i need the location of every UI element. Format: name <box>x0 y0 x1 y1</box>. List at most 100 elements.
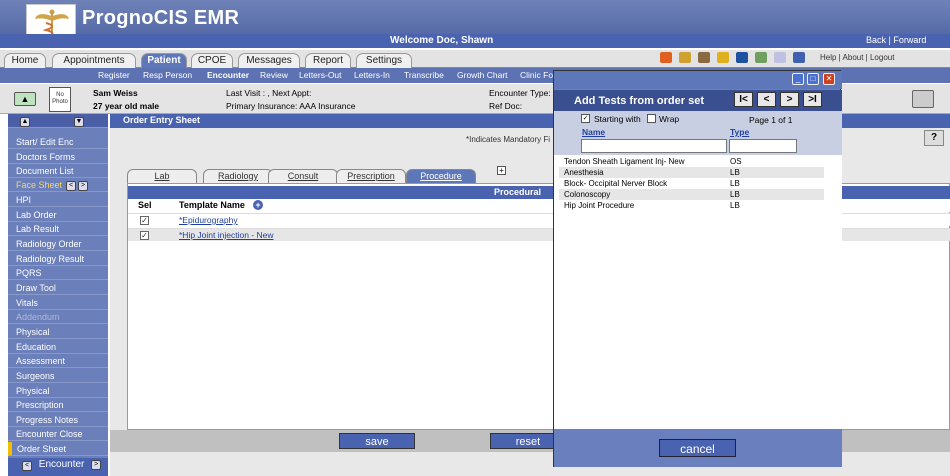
welcome-bar: Welcome Doc, Shawn Back | Forward <box>0 34 950 48</box>
col-type[interactable]: Type <box>730 127 749 137</box>
patient-age: 27 year old male <box>93 101 160 111</box>
sidebar-item[interactable]: Draw Tool <box>8 281 108 295</box>
type-filter-input[interactable] <box>729 139 797 153</box>
page-indicator: Page 1 of 1 <box>749 115 793 125</box>
list-item[interactable]: Block- Occipital Nerver Block LB <box>559 178 824 189</box>
tab-lab[interactable]: Lab <box>127 169 197 183</box>
starting-with-checkbox[interactable]: ✓ <box>581 114 590 123</box>
chevron-left-icon[interactable]: < <box>22 461 32 471</box>
chevron-left-icon[interactable]: < <box>66 180 77 191</box>
sidebar-item[interactable]: Physical <box>8 325 108 339</box>
template-link[interactable]: *Hip Joint injection - New <box>179 230 273 240</box>
item-name: Block- Occipital Nerver Block <box>564 179 668 188</box>
sidebar-item[interactable]: Vitals <box>8 296 108 310</box>
mail-icon[interactable] <box>774 52 786 63</box>
chevron-right-icon[interactable]: > <box>91 459 102 470</box>
dialog-footer: cancel <box>554 429 842 467</box>
sidebar-item[interactable]: Prescription <box>8 398 108 412</box>
subnav-clinic-forms[interactable]: Clinic Fo <box>520 70 553 80</box>
sidebar-item[interactable]: Start/ Edit Enc <box>8 135 108 149</box>
list-item[interactable]: Colonoscopy LB <box>559 189 824 200</box>
row-checkbox[interactable]: ✓ <box>140 216 149 225</box>
sidebar-item[interactable]: Assessment <box>8 354 108 368</box>
minimize-icon[interactable]: _ <box>792 73 804 85</box>
sidebar-item[interactable]: Progress Notes <box>8 413 108 427</box>
sidebar-item-face-sheet[interactable]: Face Sheet < > <box>8 178 108 192</box>
tab-home[interactable]: Home <box>4 53 46 68</box>
printer-icon[interactable] <box>912 90 934 108</box>
save-button[interactable]: save <box>339 433 415 449</box>
item-name: Colonoscopy <box>564 190 611 199</box>
subnav-resp-person[interactable]: Resp Person <box>143 70 192 80</box>
person-icon[interactable] <box>736 52 748 63</box>
tab-report[interactable]: Report <box>305 53 351 68</box>
calendar-icon[interactable] <box>679 52 691 63</box>
sidebar-item[interactable]: Document List <box>8 164 108 178</box>
list-item[interactable]: Hip Joint Procedure LB <box>559 200 824 211</box>
subnav-register[interactable]: Register <box>98 70 130 80</box>
col-sel: Sel <box>138 200 152 210</box>
add-icon[interactable]: + <box>497 166 506 175</box>
tab-consult[interactable]: Consult <box>268 169 338 183</box>
name-filter-input[interactable] <box>581 139 727 153</box>
col-name[interactable]: Name <box>582 127 605 137</box>
patient-home-icon[interactable]: ▲ <box>14 92 36 106</box>
tab-prescription[interactable]: Prescription <box>336 169 406 183</box>
subnav-growth-chart[interactable]: Growth Chart <box>457 70 508 80</box>
sidebar-item[interactable]: Encounter Close <box>8 427 108 441</box>
sidebar-item[interactable]: HPI <box>8 193 108 207</box>
tools-icon[interactable] <box>755 52 767 63</box>
subnav-letters-out[interactable]: Letters-Out <box>299 70 342 80</box>
tab-cpoe[interactable]: CPOE <box>191 53 233 68</box>
sidebar-item[interactable]: Radiology Result <box>8 252 108 266</box>
users-icon[interactable] <box>717 52 729 63</box>
list-item[interactable]: Tendon Sheath Ligament Inj- New OS <box>559 156 824 167</box>
sidebar-item[interactable]: Doctors Forms <box>8 150 108 164</box>
building-icon[interactable] <box>698 52 710 63</box>
item-type: OS <box>730 157 742 166</box>
sidebar-item-order-sheet[interactable]: Order Sheet <box>8 442 108 456</box>
tab-radiology[interactable]: Radiology <box>203 169 273 183</box>
sidebar-item[interactable]: PQRS <box>8 266 108 280</box>
row-checkbox[interactable]: ✓ <box>140 231 149 240</box>
close-icon[interactable]: ✕ <box>823 73 835 85</box>
sidebar-collapse[interactable]: ▲ ▼ <box>8 114 108 128</box>
sidebar-item[interactable]: Radiology Order <box>8 237 108 251</box>
search-icon[interactable] <box>793 52 805 63</box>
tab-settings[interactable]: Settings <box>356 53 412 68</box>
item-name: Tendon Sheath Ligament Inj- New <box>564 157 685 166</box>
cancel-button[interactable]: cancel <box>659 439 736 457</box>
next-page-button[interactable]: > <box>780 92 799 107</box>
first-page-button[interactable]: I< <box>734 92 753 107</box>
sidebar-item[interactable]: Lab Result <box>8 222 108 236</box>
subnav-review[interactable]: Review <box>260 70 288 80</box>
ref-doc: Ref Doc: <box>489 101 523 111</box>
maximize-icon[interactable]: □ <box>807 73 819 85</box>
help-button[interactable]: ? <box>924 130 944 146</box>
wrap-checkbox[interactable] <box>647 114 656 123</box>
chevron-right-icon[interactable]: > <box>78 180 89 191</box>
prev-page-button[interactable]: < <box>757 92 776 107</box>
tab-procedure[interactable]: Procedure <box>406 169 476 183</box>
tab-appointments[interactable]: Appointments <box>52 53 136 68</box>
search-panel: ✓ Starting with Wrap Page 1 of 1 Name Ty… <box>554 111 842 155</box>
back-forward-link[interactable]: Back | Forward <box>866 35 926 45</box>
help-links[interactable]: Help | About | Logout <box>820 53 894 62</box>
template-link[interactable]: *Epidurography <box>179 215 238 225</box>
subnav-encounter[interactable]: Encounter <box>207 70 249 80</box>
home-icon[interactable] <box>660 52 672 63</box>
chevron-up-icon[interactable]: ▲ <box>20 116 30 127</box>
tab-messages[interactable]: Messages <box>238 53 300 68</box>
patient-name[interactable]: Sam Weiss <box>93 88 138 98</box>
subnav-transcribe[interactable]: Transcribe <box>404 70 444 80</box>
list-item[interactable]: Anesthesia LB <box>559 167 824 178</box>
sidebar-item[interactable]: Surgeons <box>8 369 108 383</box>
subnav-letters-in[interactable]: Letters-In <box>354 70 390 80</box>
add-template-icon[interactable]: + <box>253 200 263 210</box>
chevron-down-icon[interactable]: ▼ <box>74 116 84 127</box>
sidebar-item[interactable]: Education <box>8 340 108 354</box>
tab-patient[interactable]: Patient <box>141 53 187 68</box>
sidebar-item[interactable]: Physical <box>8 384 108 398</box>
sidebar-item[interactable]: Lab Order <box>8 208 108 222</box>
last-page-button[interactable]: >I <box>803 92 822 107</box>
